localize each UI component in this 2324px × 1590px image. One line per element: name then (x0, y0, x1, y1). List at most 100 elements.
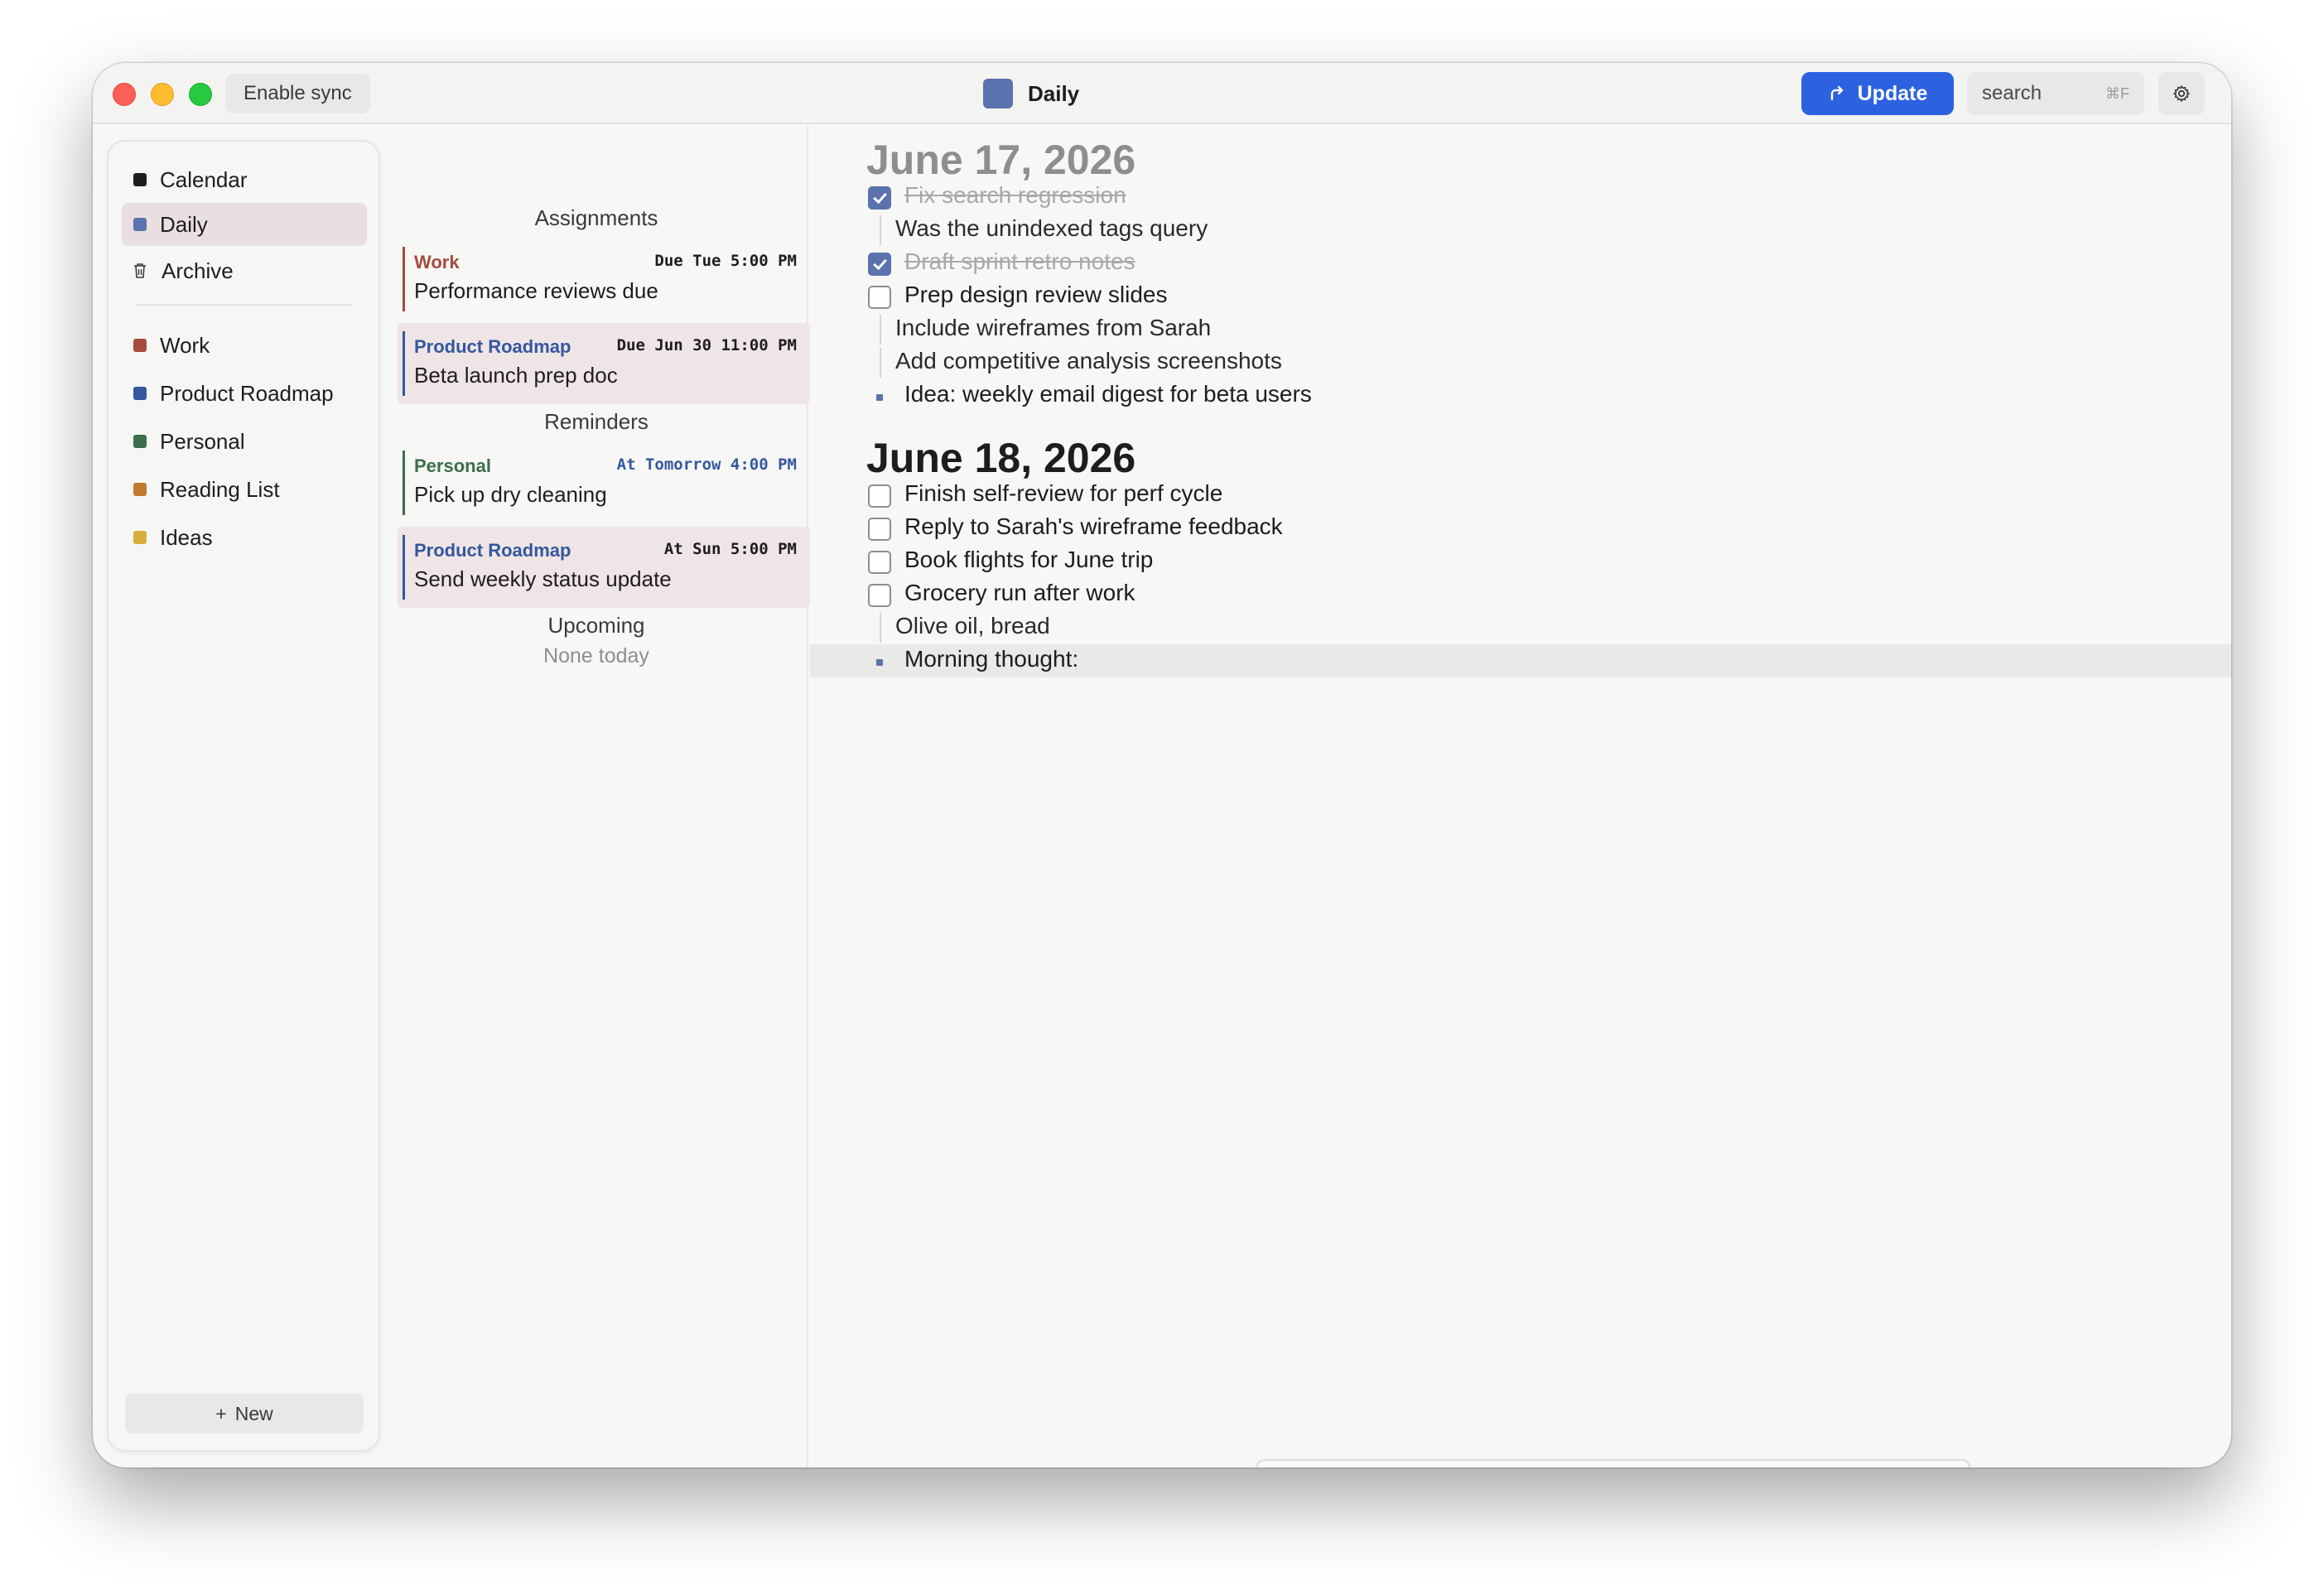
minimize-window-button[interactable] (151, 83, 174, 106)
daily-editor[interactable]: June 17, 2026 Fix search regression Was … (810, 126, 2231, 1467)
task-text[interactable]: Draft sprint retro notes (904, 248, 1135, 275)
work-color-dot (133, 339, 147, 352)
task-line[interactable]: Grocery run after work (810, 578, 2231, 611)
update-button[interactable]: Update (1801, 72, 1954, 115)
numbered-list-button[interactable]: 1. (1397, 1461, 1434, 1467)
task-checkbox[interactable] (868, 484, 891, 508)
sidebar-item-calendar[interactable]: Calendar (122, 158, 367, 201)
bullet-text[interactable]: Idea: weekly email digest for beta users (904, 381, 1312, 407)
task-line[interactable]: Fix search regression (810, 181, 2231, 214)
note-text[interactable]: Olive oil, bread (895, 613, 1050, 639)
bullet-icon (876, 394, 883, 401)
next-button[interactable]: > (1917, 1461, 1950, 1467)
reminder-card[interactable]: Personal At Tomorrow 4:00 PM Pick up dry… (398, 442, 810, 523)
end-button[interactable]: end (1530, 1461, 1579, 1467)
daily-color-icon (983, 79, 1013, 108)
new-notebook-button[interactable]: + New (125, 1394, 364, 1433)
task-line[interactable]: Draft sprint retro notes (810, 247, 2231, 280)
close-window-button[interactable] (113, 83, 136, 106)
task-text[interactable]: Fix search regression (904, 182, 1126, 209)
strikethrough-button[interactable]: S (1777, 1461, 1810, 1467)
sidebar-item-label: Reading List (160, 476, 280, 502)
task-text[interactable]: Prep design review slides (904, 282, 1168, 308)
task-line[interactable]: Book flights for June trip (810, 545, 2231, 578)
assignment-card[interactable]: Work Due Tue 5:00 PM Performance reviews… (398, 238, 810, 320)
checkbox-button[interactable] (1313, 1461, 1346, 1467)
sidebar: Calendar Daily Archive Work Product Road… (107, 140, 380, 1452)
sidebar-item-label: Archive (162, 258, 234, 283)
calendar-color-dot (133, 173, 147, 186)
app-window: Enable sync Daily Update search ⌘F Calen… (93, 63, 2231, 1467)
note-text[interactable]: Add competitive analysis screenshots (895, 348, 1282, 374)
search-placeholder: search (1982, 82, 2042, 104)
task-text[interactable]: Finish self-review for perf cycle (904, 480, 1222, 507)
search-shortcut: ⌘F (2105, 84, 2129, 102)
enable-sync-button[interactable]: Enable sync (225, 74, 370, 113)
sidebar-item-label: Work (160, 332, 210, 358)
task-checkbox[interactable] (868, 286, 891, 309)
bullet-text[interactable]: Morning thought: (904, 646, 1078, 672)
sidebar-item-personal[interactable]: Personal (122, 420, 367, 463)
note-text[interactable]: Was the unindexed tags query (895, 215, 1208, 242)
sidebar-item-label: Personal (160, 428, 245, 454)
repeat-button[interactable]: repeat (1588, 1461, 1671, 1467)
sidebar-item-reading-list[interactable]: Reading List (122, 468, 367, 511)
search-input[interactable]: search ⌘F (1967, 72, 2144, 115)
task-text[interactable]: Reply to Sarah's wireframe feedback (904, 513, 1283, 540)
ideas-color-dot (133, 531, 147, 544)
tag-button[interactable]: # (1820, 1461, 1853, 1467)
card-due: Due Tue 5:00 PM (654, 252, 797, 270)
indent-guide (880, 215, 881, 245)
note-text[interactable]: Include wireframes from Sarah (895, 315, 1211, 341)
card-due: At Sun 5:00 PM (663, 540, 797, 558)
card-title: Beta launch prep doc (414, 363, 618, 388)
task-checkbox[interactable] (868, 253, 891, 276)
note-line[interactable]: Was the unindexed tags query (810, 214, 2231, 247)
divider-button[interactable]: — (1270, 1461, 1303, 1467)
bullet-button[interactable]: ● (1356, 1461, 1389, 1467)
task-text[interactable]: Book flights for June trip (904, 547, 1153, 573)
reminder-card[interactable]: Product Roadmap At Sun 5:00 PM Send week… (398, 527, 810, 608)
card-tag: Work (414, 252, 460, 272)
sidebar-item-daily[interactable]: Daily (122, 203, 367, 246)
italic-button[interactable]: I (1733, 1461, 1767, 1467)
task-line[interactable]: Finish self-review for perf cycle (810, 479, 2231, 512)
bold-button[interactable]: B (1690, 1461, 1724, 1467)
bullet-icon (876, 659, 883, 666)
task-text[interactable]: Grocery run after work (904, 580, 1135, 606)
bullet-line[interactable]: Idea: weekly email digest for beta users (810, 379, 2231, 412)
card-due: Due Jun 30 11:00 PM (616, 336, 797, 354)
note-line[interactable]: Olive oil, bread (810, 611, 2231, 644)
task-line[interactable]: Prep design review slides (810, 280, 2231, 313)
day-heading: June 18, 2026 (866, 435, 1136, 481)
sidebar-item-archive[interactable]: Archive (122, 249, 367, 292)
task-checkbox[interactable] (868, 584, 891, 607)
task-checkbox[interactable] (868, 186, 891, 210)
card-tag: Product Roadmap (414, 336, 571, 357)
task-checkbox[interactable] (868, 551, 891, 574)
bullet-line-current[interactable]: Morning thought: (810, 644, 2231, 677)
note-line[interactable]: Add competitive analysis screenshots (810, 346, 2231, 379)
titlebar: Enable sync Daily Update search ⌘F (93, 63, 2231, 124)
plus-icon: + (215, 1402, 227, 1424)
sidebar-item-work[interactable]: Work (122, 324, 367, 367)
task-checkbox[interactable] (868, 518, 891, 541)
zoom-window-button[interactable] (189, 83, 212, 106)
previous-button[interactable]: < (1874, 1461, 1907, 1467)
reading-list-color-dot (133, 483, 147, 496)
start-button[interactable]: start (1455, 1461, 1521, 1467)
indent-guide (880, 315, 881, 344)
trash-icon (132, 263, 148, 279)
card-color-bar (403, 331, 405, 396)
settings-button[interactable] (2158, 72, 2205, 115)
product-roadmap-color-dot (133, 387, 147, 400)
card-tag: Personal (414, 455, 491, 476)
card-title: Send weekly status update (414, 566, 672, 591)
card-title: Pick up dry cleaning (414, 482, 607, 507)
note-line[interactable]: Include wireframes from Sarah (810, 313, 2231, 346)
sidebar-item-product-roadmap[interactable]: Product Roadmap (122, 372, 367, 415)
task-line[interactable]: Reply to Sarah's wireframe feedback (810, 512, 2231, 545)
sidebar-item-ideas[interactable]: Ideas (122, 516, 367, 559)
checkmark-icon (873, 255, 887, 271)
assignment-card[interactable]: Product Roadmap Due Jun 30 11:00 PM Beta… (398, 323, 810, 404)
